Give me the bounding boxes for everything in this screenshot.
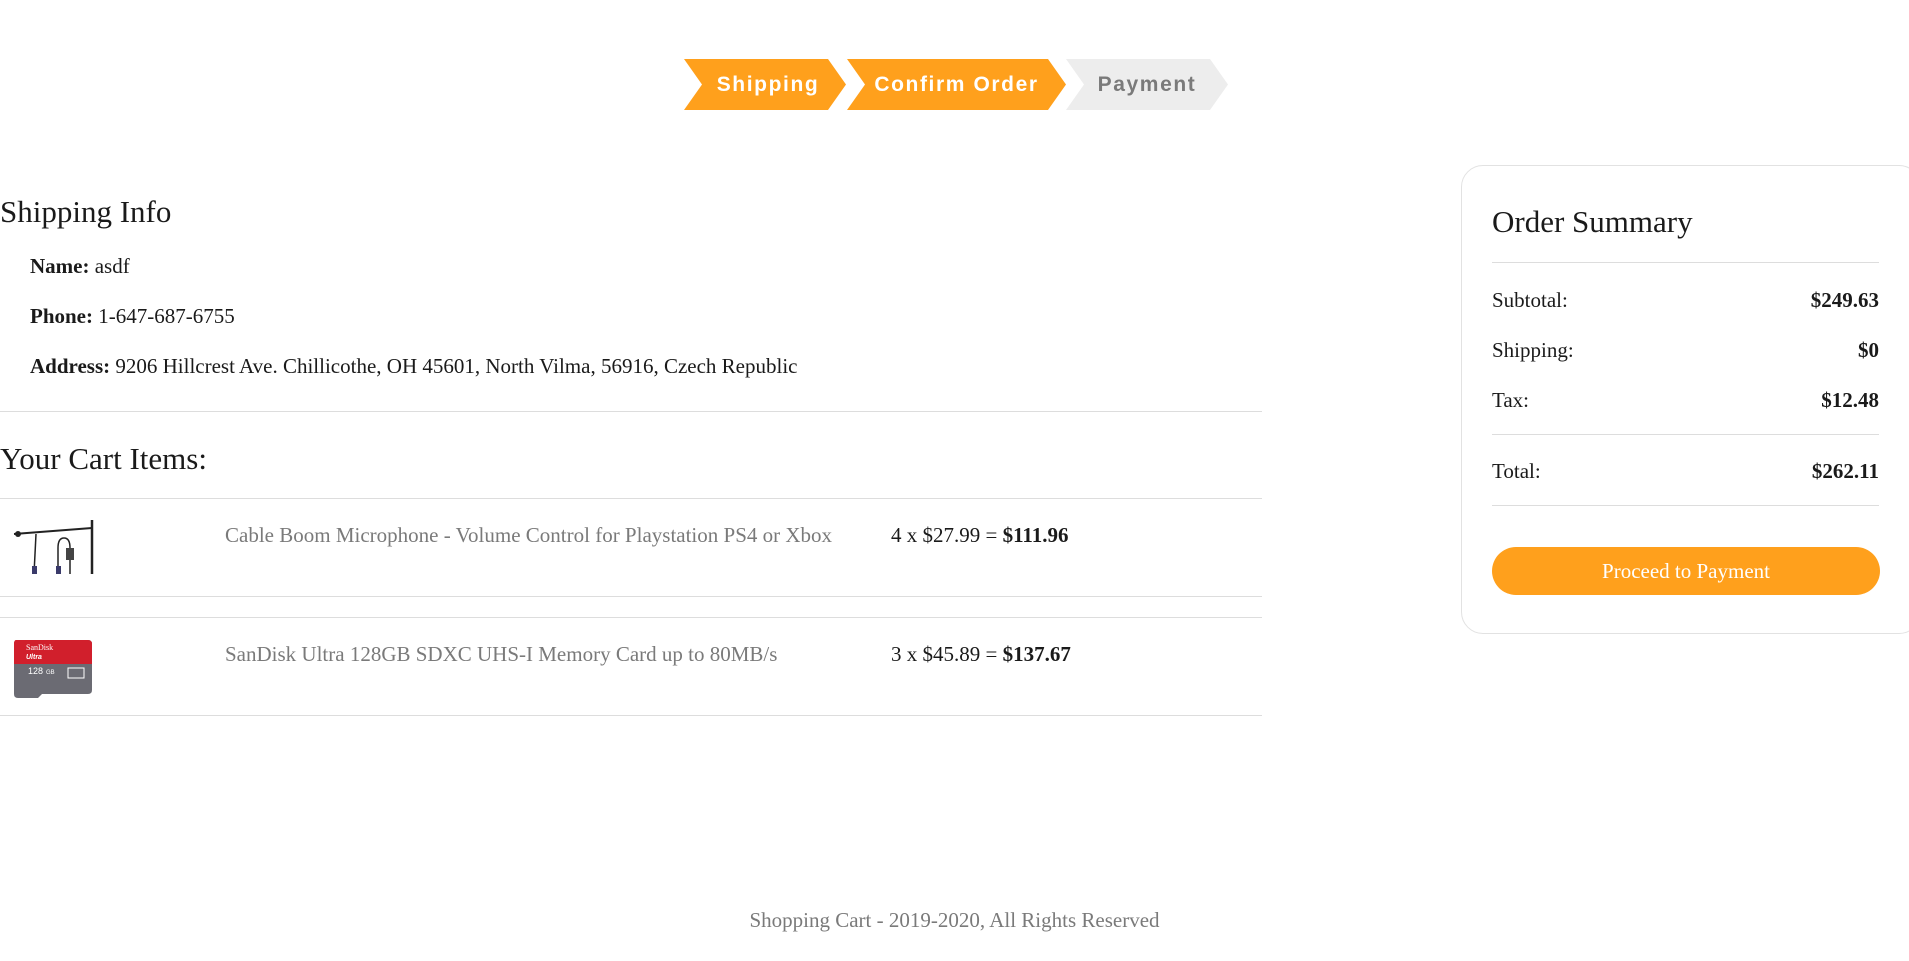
svg-text:Ultra: Ultra [26,654,42,661]
total-value: $262.11 [1811,459,1879,483]
cart-item-row: SanDisk Ultra 128 GB SanDisk Ultra 128GB… [0,617,1262,715]
shipping-info-title: Shipping Info [0,194,172,229]
cart-item-qty-price: 3 x $45.89 = [891,642,1003,666]
shipping-value: $0 [1858,338,1879,362]
svg-text:SanDisk: SanDisk [26,643,53,652]
subtotal-row: Subtotal: $249.63 [1492,288,1879,313]
total-label: Total: [1492,459,1541,483]
divider [0,411,1262,412]
phone-value: 1-647-687-6755 [98,304,235,328]
step-payment[interactable]: Payment [1066,59,1228,110]
sd-card-image[interactable]: SanDisk Ultra 128 GB [12,638,94,698]
cart-item-name[interactable]: Cable Boom Microphone - Volume Control f… [225,523,832,548]
name-value: asdf [94,254,130,278]
cart-item-price: 3 x $45.89 = $137.67 [891,642,1071,667]
order-summary-card: Order Summary Subtotal: $249.63 Shipping… [1461,165,1909,634]
divider [0,715,1262,716]
cart-item-line-total: $111.96 [1002,523,1069,547]
shipping-name-line: Name: asdf [30,254,130,279]
shipping-label: Shipping: [1492,338,1574,362]
phone-label: Phone: [30,304,93,328]
step-payment-label: Payment [1097,72,1197,96]
divider [1492,262,1879,263]
shipping-row: Shipping: $0 [1492,338,1879,363]
footer-copyright: Shopping Cart - 2019-2020, All Rights Re… [749,908,1160,932]
address-label: Address: [30,354,111,378]
shipping-phone-line: Phone: 1-647-687-6755 [30,304,235,329]
cart-item-name[interactable]: SanDisk Ultra 128GB SDXC UHS-I Memory Ca… [225,642,777,667]
total-row: Total: $262.11 [1492,459,1879,484]
microphone-cable-image[interactable] [12,518,94,578]
name-label: Name: [30,254,90,278]
step-shipping-label: Shipping [716,72,820,96]
step-confirm-order-label: Confirm Order [874,72,1039,96]
subtotal-value: $249.63 [1810,288,1879,312]
shipping-address-line: Address: 9206 Hillcrest Ave. Chillicothe… [30,354,798,379]
cart-item-qty-price: 4 x $27.99 = [891,523,1003,547]
divider [1492,434,1879,435]
cart-item-price: 4 x $27.99 = $111.96 [891,523,1069,548]
divider [0,596,1262,597]
address-value: 9206 Hillcrest Ave. Chillicothe, OH 4560… [115,354,798,378]
step-confirm-order[interactable]: Confirm Order [847,59,1066,110]
tax-value: $12.48 [1821,388,1879,412]
step-shipping[interactable]: Shipping [684,59,846,110]
cart-item-line-total: $137.67 [1002,642,1071,666]
tax-row: Tax: $12.48 [1492,388,1879,413]
cart-items-title: Your Cart Items: [0,441,207,476]
svg-text:128: 128 [28,666,43,676]
subtotal-label: Subtotal: [1492,288,1568,312]
order-summary-title: Order Summary [1492,204,1693,239]
divider [1492,505,1879,506]
cart-item-row: Cable Boom Microphone - Volume Control f… [0,498,1262,596]
tax-label: Tax: [1492,388,1530,412]
svg-text:GB: GB [46,670,55,676]
proceed-to-payment-button[interactable]: Proceed to Payment [1492,547,1880,595]
